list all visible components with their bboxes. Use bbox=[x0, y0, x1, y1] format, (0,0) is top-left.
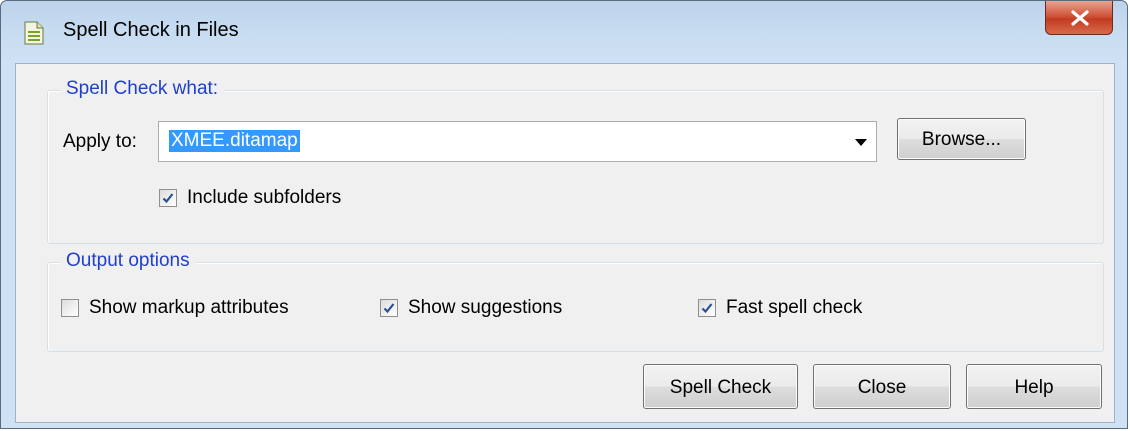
include-subfolders-checkbox[interactable]: Include subfolders bbox=[159, 187, 341, 209]
show-markup-attributes-box[interactable] bbox=[61, 299, 79, 317]
show-suggestions-box[interactable] bbox=[380, 299, 398, 317]
spell-check-button[interactable]: Spell Check bbox=[643, 364, 798, 409]
spell-check-what-legend: Spell Check what: bbox=[60, 78, 225, 100]
apply-to-combobox[interactable]: XMEE.ditamap bbox=[158, 121, 877, 162]
window-title: Spell Check in Files bbox=[63, 19, 239, 41]
close-icon bbox=[1071, 10, 1089, 26]
output-options-legend: Output options bbox=[60, 250, 196, 272]
include-subfolders-label: Include subfolders bbox=[187, 187, 342, 208]
include-subfolders-box[interactable] bbox=[159, 189, 177, 207]
fast-spell-check-label: Fast spell check bbox=[726, 297, 863, 318]
dialog-body: Spell Check what: Apply to: XMEE.ditamap… bbox=[15, 63, 1115, 423]
fast-spell-check-box[interactable] bbox=[698, 299, 716, 317]
show-suggestions-label: Show suggestions bbox=[408, 297, 563, 318]
document-icon bbox=[24, 21, 44, 45]
title-bar[interactable]: Spell Check in Files bbox=[1, 1, 1127, 63]
close-button[interactable]: Close bbox=[813, 364, 951, 409]
browse-button[interactable]: Browse... bbox=[897, 118, 1026, 160]
check-icon bbox=[701, 303, 713, 314]
apply-to-label: Apply to: bbox=[63, 131, 137, 152]
dialog-window: Spell Check in Files Spell Check what: A… bbox=[0, 0, 1128, 429]
show-suggestions-checkbox[interactable]: Show suggestions bbox=[380, 297, 562, 319]
help-button[interactable]: Help bbox=[966, 364, 1102, 409]
dropdown-arrow-icon[interactable] bbox=[855, 139, 867, 146]
apply-to-value[interactable]: XMEE.ditamap bbox=[169, 130, 300, 152]
show-markup-attributes-label: Show markup attributes bbox=[89, 297, 289, 318]
check-icon bbox=[162, 193, 174, 204]
spell-check-what-group: Spell Check what: bbox=[47, 78, 1104, 244]
check-icon bbox=[383, 303, 395, 314]
show-markup-attributes-checkbox[interactable]: Show markup attributes bbox=[61, 297, 289, 319]
window-close-button[interactable] bbox=[1045, 1, 1113, 35]
fast-spell-check-checkbox[interactable]: Fast spell check bbox=[698, 297, 862, 319]
